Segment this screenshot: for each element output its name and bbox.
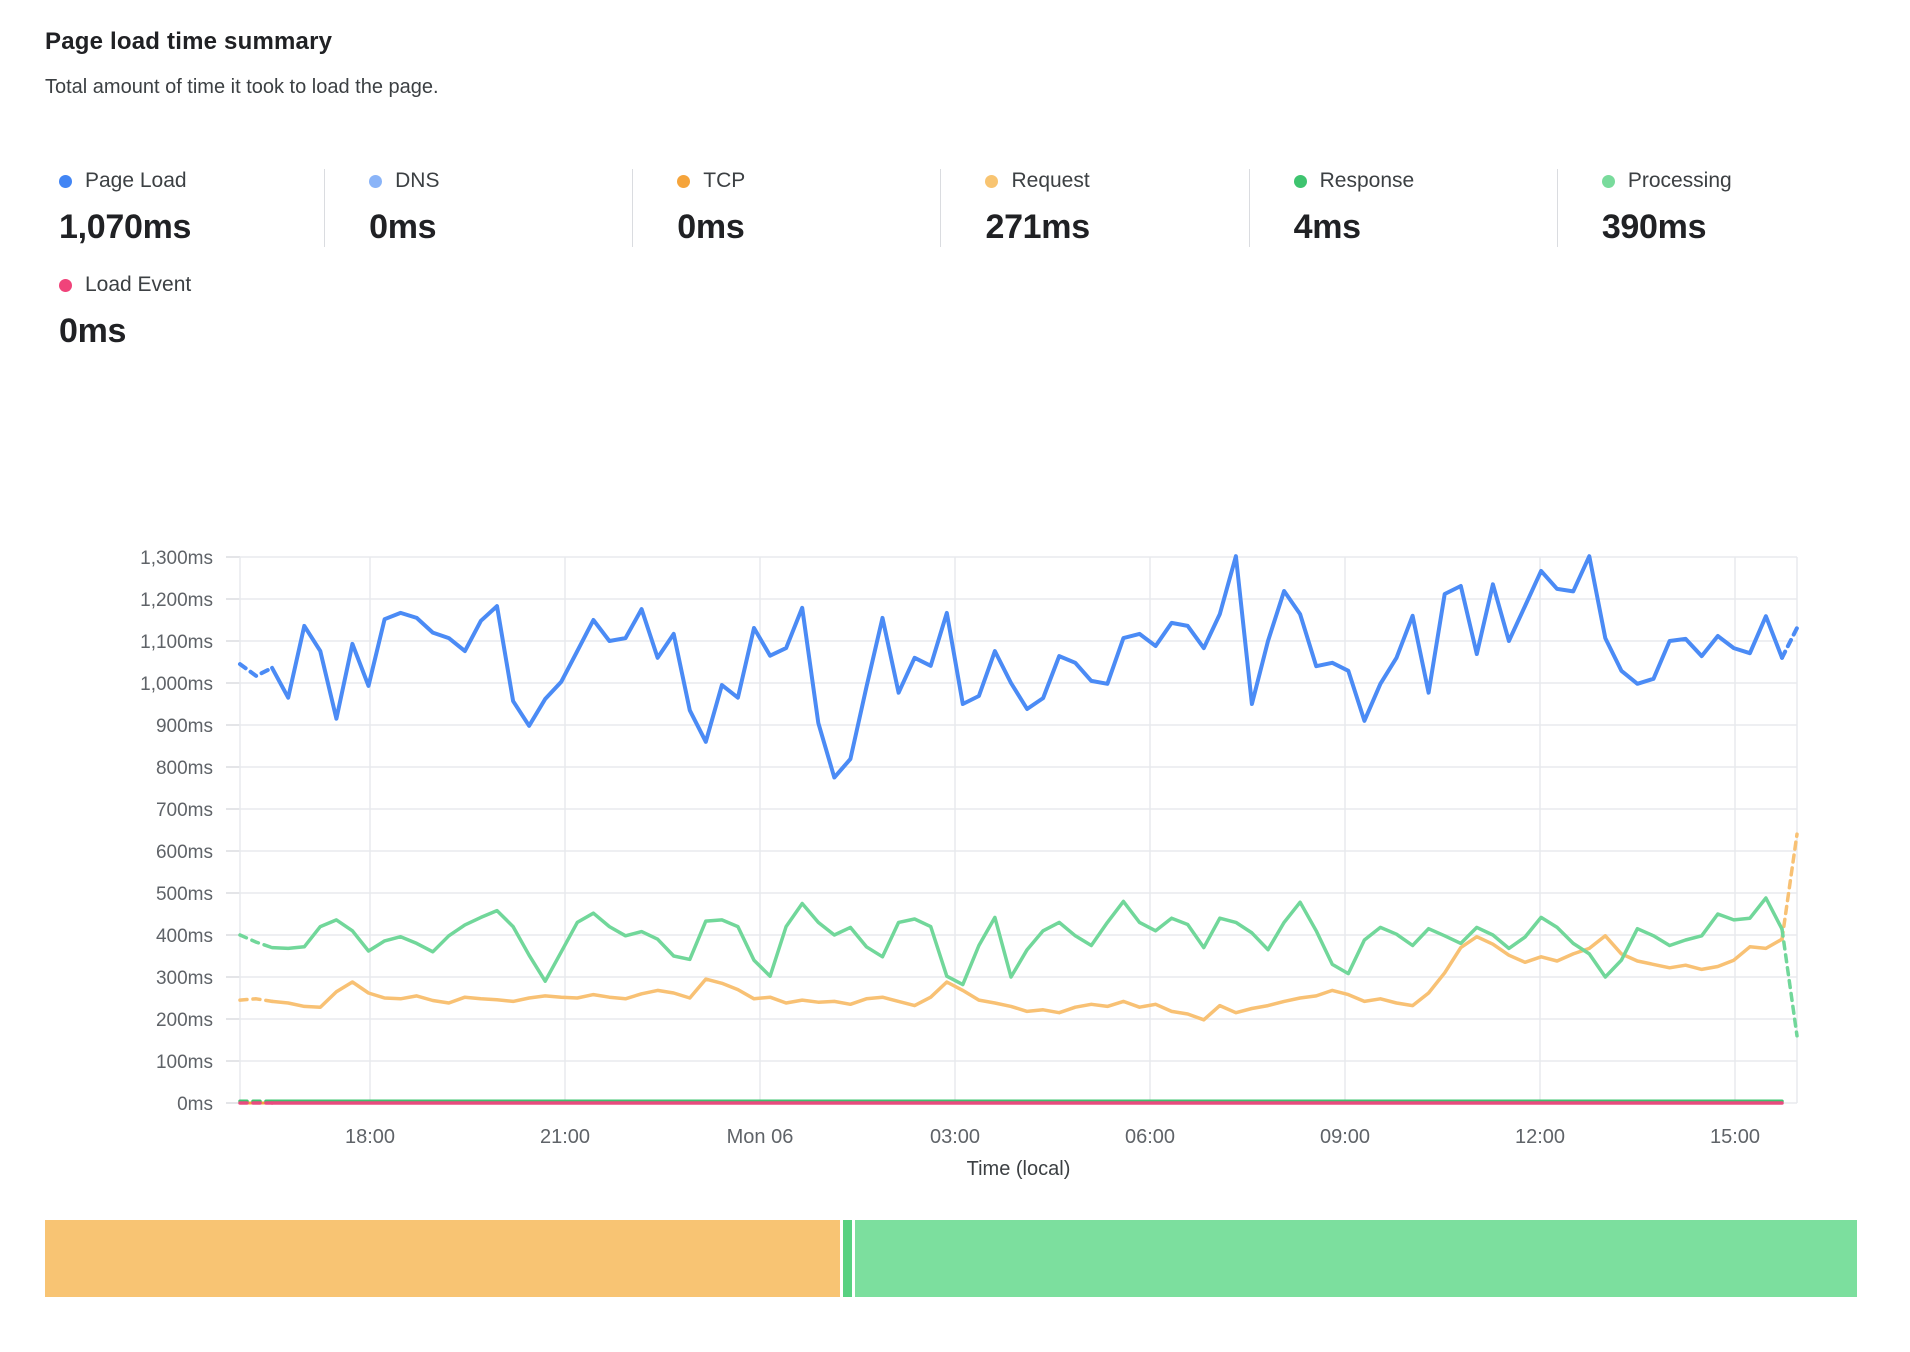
processing-share-segment[interactable] [855, 1220, 1857, 1297]
stat-label: Response [1320, 169, 1415, 193]
request-line-dashed [1782, 834, 1797, 939]
x-tick-label: 12:00 [1515, 1126, 1565, 1148]
y-tick-label: 1,200ms [140, 590, 213, 611]
y-tick-label: 300ms [156, 968, 213, 989]
x-tick-label: Mon 06 [727, 1126, 794, 1148]
processing-line-dashed [1782, 929, 1797, 1036]
y-tick-label: 100ms [156, 1052, 213, 1073]
stat-tcp[interactable]: TCP 0ms [632, 169, 940, 247]
stat-label: Request [1011, 169, 1089, 193]
request-line-dashed [240, 999, 272, 1002]
stats-row: Page Load 1,070ms DNS 0ms TCP 0ms Reques… [45, 169, 1865, 247]
gridlines [226, 557, 1797, 1103]
stat-load-event[interactable]: Load Event 0ms [45, 273, 331, 351]
stat-label: Page Load [85, 169, 187, 193]
page-title: Page load time summary [45, 28, 1865, 56]
page_load-line-dashed [240, 664, 272, 676]
stat-value: 271ms [985, 208, 1248, 247]
stat-page-load[interactable]: Page Load 1,070ms [45, 169, 324, 247]
x-tick-label: 06:00 [1125, 1126, 1175, 1148]
x-tick-label: 21:00 [540, 1126, 590, 1148]
stat-label: DNS [395, 169, 439, 193]
page-load-legend-dot [59, 175, 72, 188]
stat-response[interactable]: Response 4ms [1249, 169, 1557, 247]
y-tick-label: 900ms [156, 716, 213, 737]
stat-label: Processing [1628, 169, 1732, 193]
stats-row-2: Load Event 0ms [45, 273, 1865, 351]
y-tick-label: 600ms [156, 842, 213, 863]
stat-request[interactable]: Request 271ms [940, 169, 1248, 247]
stat-dns[interactable]: DNS 0ms [324, 169, 632, 247]
stat-value: 0ms [677, 208, 940, 247]
stat-label: Load Event [85, 273, 191, 297]
page_load-line [272, 556, 1782, 777]
y-tick-label: 1,300ms [140, 548, 213, 569]
x-tick-label: 18:00 [345, 1126, 395, 1148]
x-axis-title: Time (local) [967, 1158, 1071, 1180]
stat-value: 0ms [59, 312, 331, 351]
y-tick-label: 200ms [156, 1010, 213, 1031]
x-tick-label: 15:00 [1710, 1126, 1760, 1148]
page-load-summary-panel: Page load time summary Total amount of t… [0, 0, 1910, 1297]
stat-value: 0ms [369, 208, 632, 247]
tcp-legend-dot [677, 175, 690, 188]
y-tick-label: 700ms [156, 800, 213, 821]
processing-line-dashed [240, 935, 272, 948]
page-subtitle: Total amount of time it took to load the… [45, 76, 1865, 99]
load-time-chart[interactable]: 0ms 100ms 200ms 300ms 400ms 500ms 600ms 700ms 80… [45, 421, 1865, 1201]
load-event-legend-dot [59, 279, 72, 292]
stat-value: 4ms [1294, 208, 1557, 247]
x-tick-label: 09:00 [1320, 1126, 1370, 1148]
processing-legend-dot [1602, 175, 1615, 188]
y-tick-label: 400ms [156, 926, 213, 947]
load-distribution-bar[interactable] [45, 1220, 1857, 1297]
response-share-segment[interactable] [843, 1220, 852, 1297]
request-share-segment[interactable] [45, 1220, 840, 1297]
y-tick-label: 0ms [177, 1094, 213, 1115]
y-tick-label: 500ms [156, 884, 213, 905]
stat-processing[interactable]: Processing 390ms [1557, 169, 1865, 247]
processing-line [272, 898, 1782, 985]
page_load-line-dashed [1782, 628, 1797, 658]
stat-value: 1,070ms [59, 208, 324, 247]
stat-label: TCP [703, 169, 745, 193]
stat-value: 390ms [1602, 208, 1865, 247]
chart-area: 0ms 100ms 200ms 300ms 400ms 500ms 600ms 700ms 80… [45, 421, 1865, 1206]
x-tick-label: 03:00 [930, 1126, 980, 1148]
y-tick-label: 1,000ms [140, 674, 213, 695]
response-legend-dot [1294, 175, 1307, 188]
y-tick-label: 1,100ms [140, 632, 213, 653]
y-tick-label: 800ms [156, 758, 213, 779]
dns-legend-dot [369, 175, 382, 188]
request-legend-dot [985, 175, 998, 188]
